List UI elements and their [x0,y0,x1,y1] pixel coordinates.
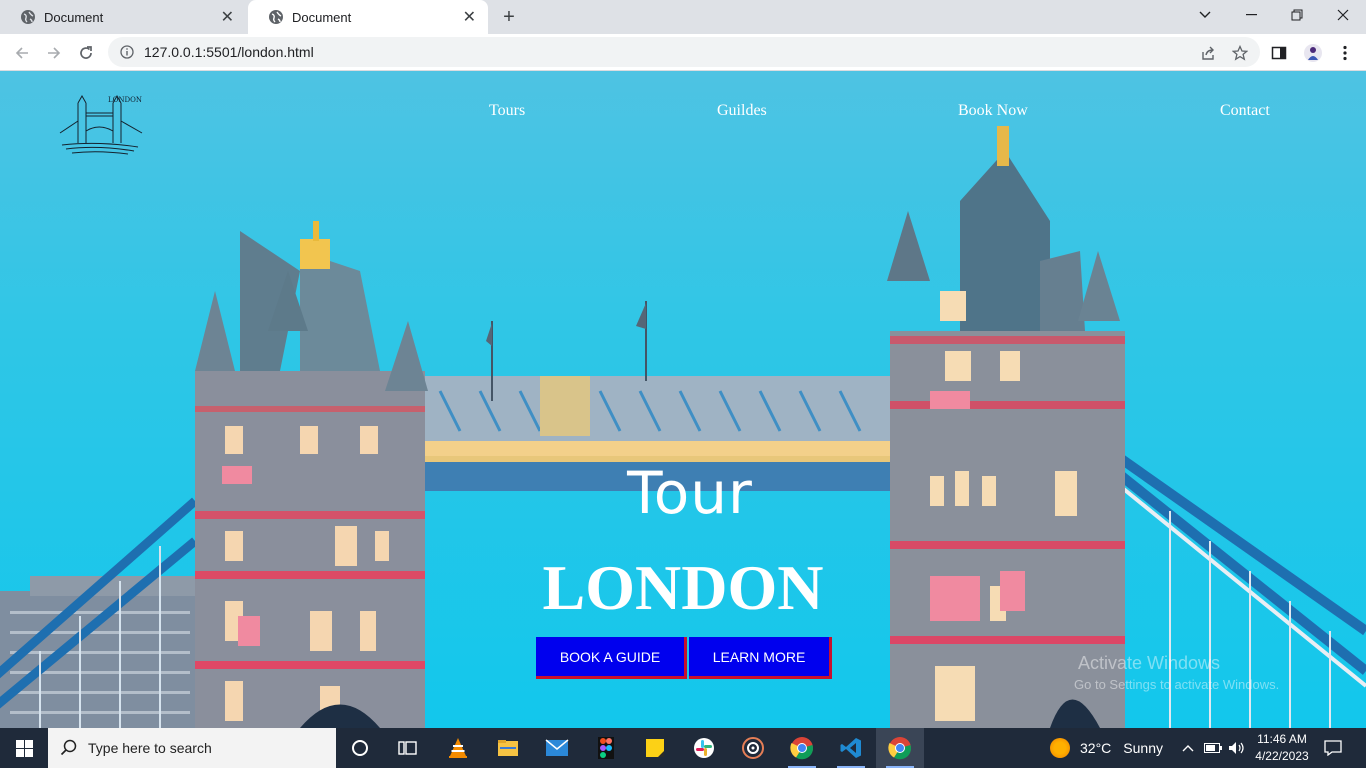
browser-toolbar: 127.0.0.1:5501/london.html [0,34,1366,71]
weather-widget[interactable]: 32°C Sunny [1050,728,1163,768]
share-icon[interactable] [1197,42,1219,64]
file-explorer-icon[interactable] [484,728,532,768]
forward-arrow-icon[interactable] [41,40,67,66]
sticky-notes-icon[interactable] [631,728,679,768]
close-tab-icon[interactable]: ✕ [463,7,476,27]
nav-link-guides[interactable]: Guildes [717,102,767,120]
battery-icon[interactable] [1202,728,1224,768]
new-tab-button[interactable]: + [498,6,520,28]
search-icon [60,739,77,756]
activate-windows-hint: Go to Settings to activate Windows. [1074,677,1280,692]
taskbar-search-box[interactable]: Type here to search [48,728,336,768]
task-view-icon[interactable] [384,728,432,768]
nav-link-book-now[interactable]: Book Now [958,102,1028,120]
tab-search-icon[interactable] [1182,0,1228,30]
globe-icon [20,9,36,25]
vscode-icon[interactable] [827,728,875,768]
hero-title: LONDON [542,552,824,623]
site-info-icon[interactable] [120,45,134,59]
weather-condition: Sunny [1123,740,1163,756]
close-window-button[interactable] [1320,0,1366,30]
profile-avatar-icon[interactable] [1302,42,1324,64]
bookmark-star-icon[interactable] [1229,42,1251,64]
book-a-guide-button[interactable]: BOOK A GUIDE [536,637,687,679]
globe-icon [268,9,284,25]
url-text: 127.0.0.1:5501/london.html [144,44,314,60]
sun-icon [1050,738,1070,758]
slack-icon[interactable] [680,728,728,768]
system-clock[interactable]: 11:46 AM 4/22/2023 [1250,731,1314,765]
mail-icon[interactable] [533,728,581,768]
logo-text: LONDON [108,96,142,104]
minimize-button[interactable] [1228,0,1274,30]
chrome-icon[interactable] [778,728,826,768]
back-arrow-icon[interactable] [9,40,35,66]
cortana-icon[interactable] [336,728,384,768]
restore-button[interactable] [1274,0,1320,30]
notification-icon[interactable] [1318,728,1348,768]
windows-taskbar: Type here to search 32°C Sunny 11:46 AM … [0,728,1366,768]
chevron-up-icon[interactable] [1178,728,1198,768]
tab-title: Document [292,9,352,25]
activate-windows-watermark: Activate Windows [1078,653,1221,673]
weather-temperature: 32°C [1080,740,1112,756]
page-viewport: LONDON Tours Guildes Book Now Contact To… [0,71,1366,728]
figma-icon[interactable] [582,728,630,768]
side-panel-icon[interactable] [1268,42,1290,64]
chrome-icon[interactable] [876,728,924,768]
tower-bridge-background-image [0,126,1366,728]
browser-tab[interactable]: Document ✕ [0,0,246,34]
clock-date: 4/22/2023 [1255,749,1309,763]
clock-time: 11:46 AM [1257,732,1307,746]
vlc-icon[interactable] [434,728,482,768]
address-bar[interactable]: 127.0.0.1:5501/london.html [108,37,1260,67]
learn-more-button[interactable]: LEARN MORE [689,637,832,679]
nav-link-tours[interactable]: Tours [489,102,525,120]
browser-tab-active[interactable]: Document ✕ [248,0,488,34]
hero-subtitle: Tour [627,459,753,527]
volume-icon[interactable] [1226,728,1248,768]
media-icon[interactable] [729,728,777,768]
reload-icon[interactable] [73,40,99,66]
browser-menu-icon[interactable] [1334,42,1356,64]
close-tab-icon[interactable]: ✕ [221,7,234,27]
windows-start-icon[interactable] [0,728,48,768]
browser-tab-strip: Document ✕ Document ✕ + [0,0,1366,34]
nav-link-contact[interactable]: Contact [1220,102,1270,120]
search-placeholder: Type here to search [88,740,212,756]
tab-title: Document [44,9,104,25]
